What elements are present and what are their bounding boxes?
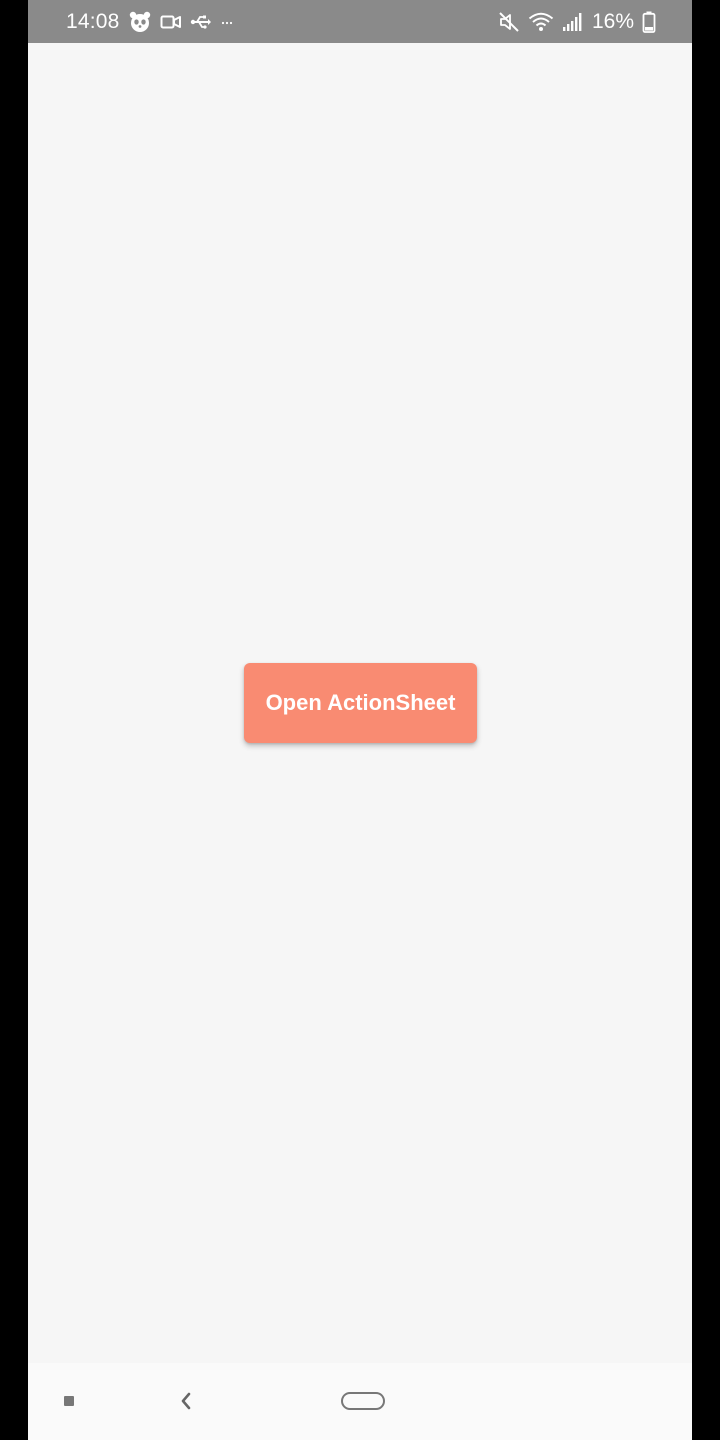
signal-icon — [562, 12, 584, 32]
home-icon[interactable] — [341, 1392, 385, 1410]
mute-icon — [498, 11, 520, 33]
battery-percent: 16% — [591, 9, 634, 33]
app-screen: 14:08 16% Open ActionSheet — [28, 0, 692, 1440]
open-actionsheet-button[interactable]: Open ActionSheet — [244, 663, 477, 743]
back-icon[interactable] — [174, 1389, 198, 1413]
more-dots-icon — [220, 17, 234, 27]
main-content: Open ActionSheet — [28, 43, 692, 1363]
battery-icon — [642, 11, 656, 33]
status-bar-right: 16% — [498, 10, 656, 34]
usb-icon — [190, 14, 212, 30]
status-bar-left: 14:08 — [66, 10, 234, 34]
navigation-bar — [28, 1363, 692, 1440]
status-bar: 14:08 16% — [28, 0, 692, 43]
panda-app-icon — [128, 10, 152, 34]
status-time: 14:08 — [66, 9, 120, 33]
wifi-icon — [528, 12, 554, 32]
video-camera-icon — [160, 13, 182, 31]
recents-icon[interactable] — [64, 1396, 74, 1406]
